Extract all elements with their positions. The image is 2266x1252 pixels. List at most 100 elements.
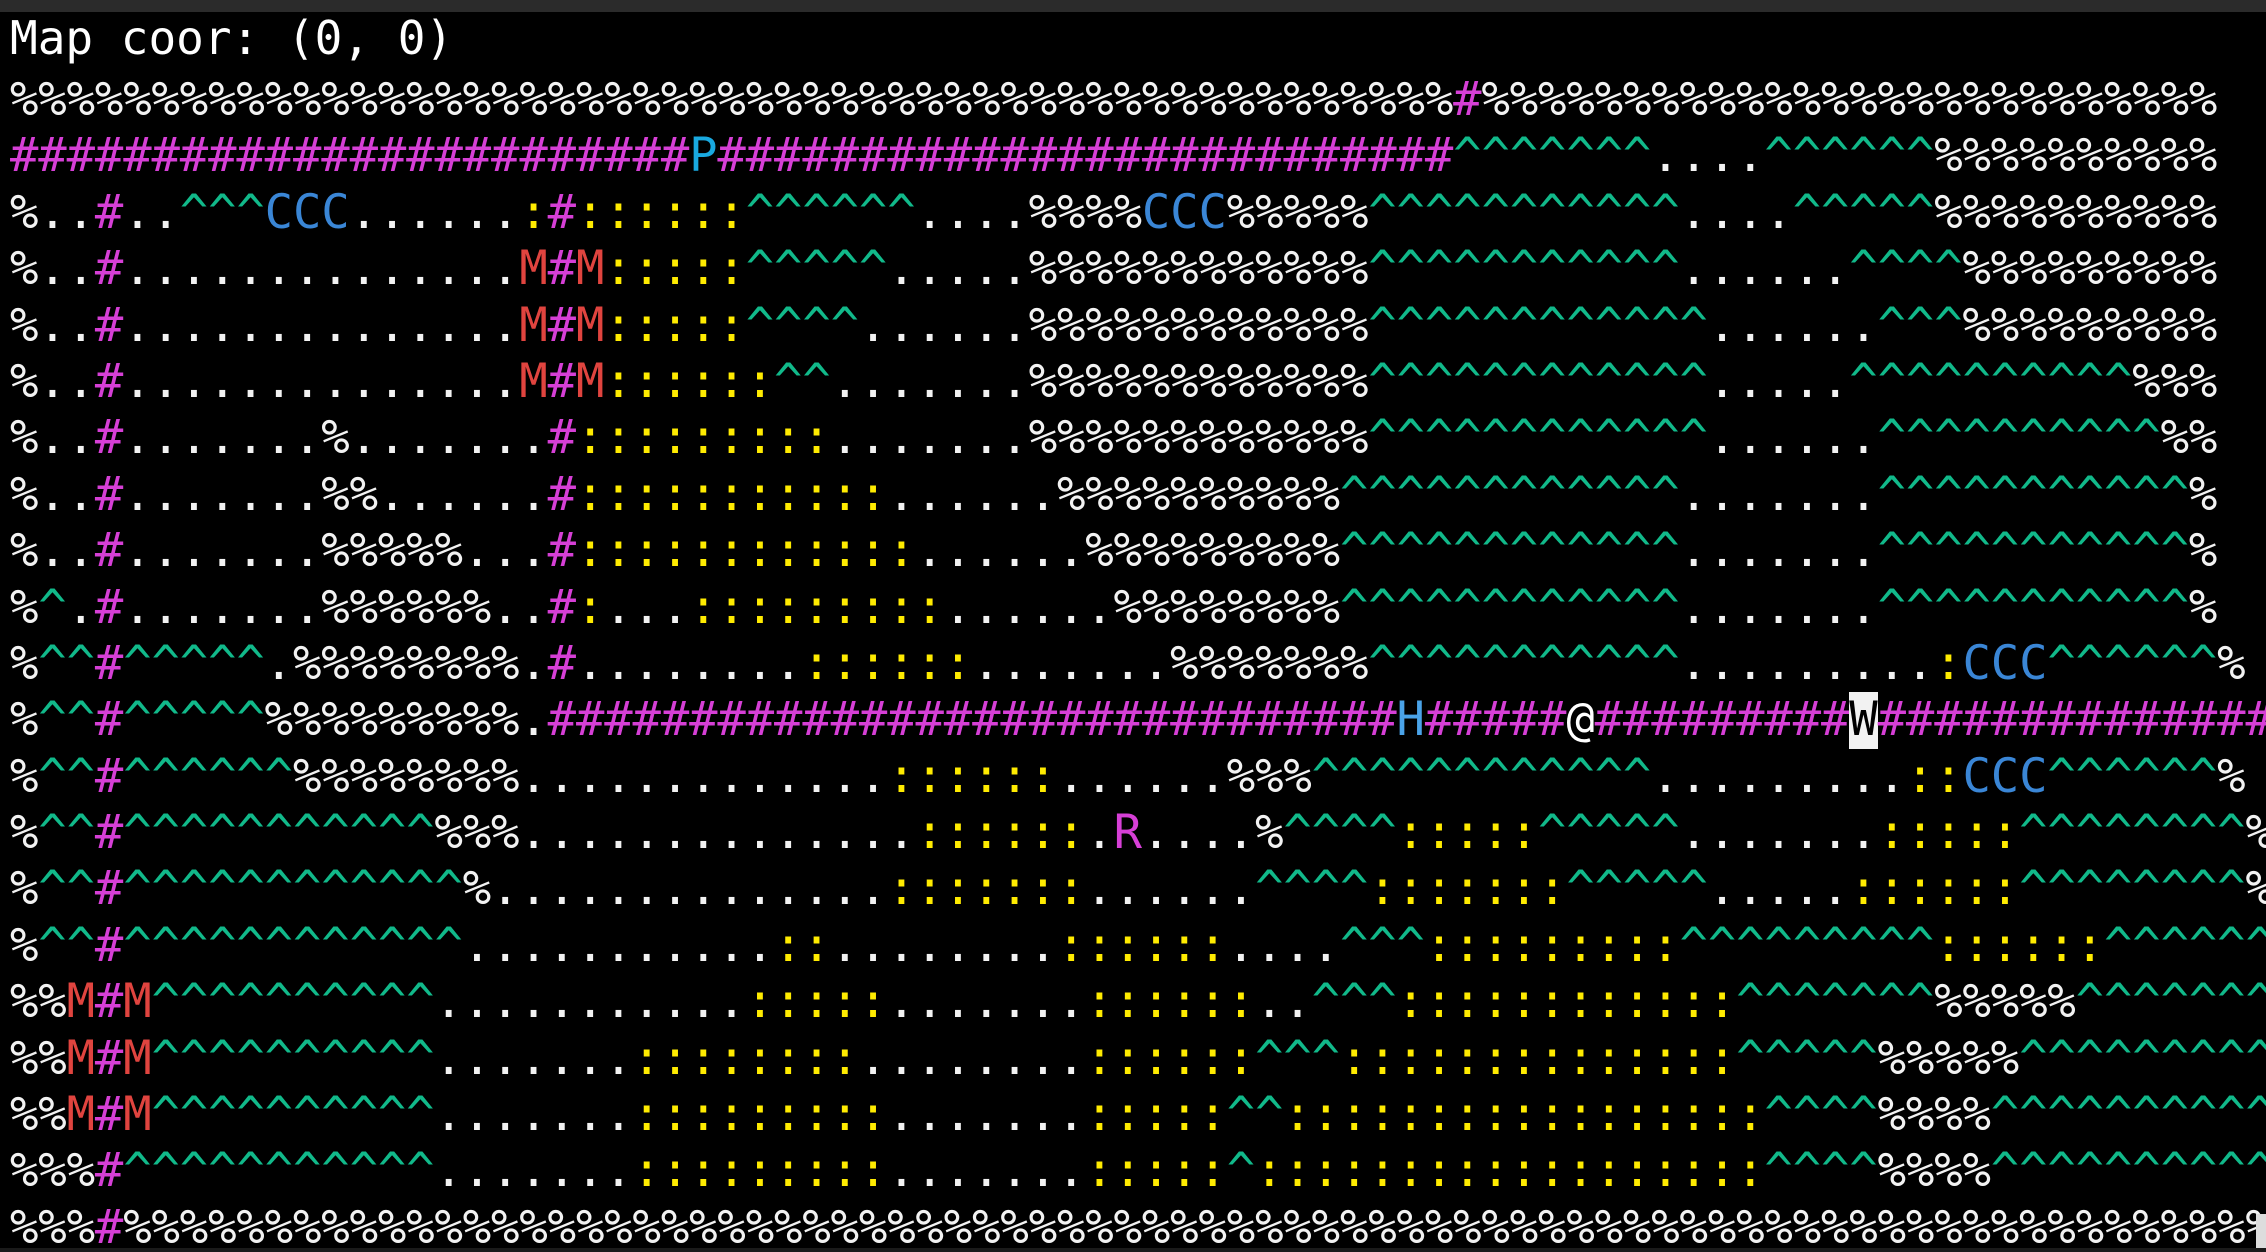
mountain-tile: ^ [406, 1087, 435, 1143]
floor-tile: . [462, 1087, 492, 1143]
mountain-tile: ^ [1905, 353, 1935, 409]
floor-tile: . [1028, 917, 1058, 973]
mountain-tile: ^ [1792, 1087, 1822, 1143]
rock-tile: % [1934, 1087, 1963, 1143]
mountain-tile: ^ [66, 805, 96, 861]
scrollbar-thumb[interactable] [2256, 1214, 2266, 1252]
map-row: %%%#%%%%%%%%%%%%%%%%%%%%%%%%%%%%%%%%%%%%… [10, 1200, 2266, 1252]
mountain-tile: ^ [1368, 297, 1397, 353]
mountain-tile: ^ [406, 861, 435, 917]
mountain-tile: ^ [1311, 748, 1341, 804]
mountain-tile: ^ [38, 861, 67, 917]
grass-tile: : [1509, 1087, 1539, 1143]
grass-tile: : [1113, 974, 1142, 1030]
mountain-tile: ^ [1792, 974, 1822, 1030]
rock-tile: % [1255, 805, 1284, 861]
grass-tile: : [1566, 1030, 1595, 1086]
grass-tile: : [1905, 748, 1935, 804]
floor-tile: . [208, 466, 237, 522]
mountain-tile: ^ [858, 241, 888, 297]
wall-tile: # [915, 128, 944, 184]
floor-tile: . [264, 297, 294, 353]
wall-tile: # [1198, 128, 1227, 184]
rock-tile: % [349, 692, 378, 748]
grass-tile: : [689, 466, 718, 522]
mountain-tile: ^ [236, 861, 265, 917]
mountain-tile: ^ [1424, 297, 1454, 353]
grass-tile: : [1141, 1030, 1171, 1086]
mountain-tile: ^ [1566, 748, 1595, 804]
floor-tile: . [547, 1143, 577, 1199]
grass-tile: : [943, 748, 973, 804]
floor-tile: . [1198, 748, 1227, 804]
mountain-tile: ^ [802, 297, 831, 353]
floor-tile: . [519, 1030, 548, 1086]
rock-tile: % [1170, 72, 1199, 127]
mountain-tile: ^ [1934, 523, 1963, 579]
floor-tile: . [1085, 635, 1114, 691]
grass-tile: : [830, 579, 860, 635]
mountain-tile: ^ [1905, 184, 1935, 240]
floor-tile: . [236, 353, 265, 409]
mountain-tile: ^ [151, 1087, 180, 1143]
mountain-tile: ^ [2188, 1030, 2218, 1086]
grass-tile: : [830, 1030, 860, 1086]
wall-tile: # [1821, 692, 1850, 748]
floor-tile: . [406, 184, 435, 240]
floor-tile: . [1707, 353, 1737, 409]
wall-tile: # [604, 692, 633, 748]
tree-tile: C [2019, 635, 2048, 691]
rock-tile: % [2160, 410, 2189, 466]
floor-tile: . [1679, 184, 1708, 240]
floor-tile: . [123, 297, 152, 353]
rock-tile: % [1396, 72, 1425, 127]
rock-tile: % [1170, 297, 1199, 353]
floor-tile: . [38, 241, 67, 297]
wall-tile: # [547, 692, 577, 748]
mountain-tile: ^ [264, 861, 294, 917]
floor-tile: . [547, 974, 577, 1030]
grass-tile: : [1396, 805, 1425, 861]
floor-tile: . [915, 1143, 944, 1199]
tree-tile: C [264, 184, 294, 240]
floor-tile: . [915, 241, 944, 297]
floor-tile: . [1679, 748, 1708, 804]
mountain-tile: ^ [1849, 1143, 1878, 1199]
floor-tile: . [1141, 805, 1171, 861]
wall-tile: # [858, 128, 888, 184]
rock-tile: % [1962, 241, 1991, 297]
rock-tile: % [1368, 1199, 1397, 1252]
map-row: %..#..............M#M::::::^^.......%%%%… [10, 354, 2266, 410]
floor-tile: . [1792, 241, 1822, 297]
mountain-tile: ^ [264, 974, 294, 1030]
mountain-tile: ^ [1481, 410, 1510, 466]
grass-tile: : [858, 974, 888, 1030]
mountain-tile: ^ [2132, 861, 2161, 917]
player-character[interactable]: @ [1566, 692, 1594, 748]
mountain-tile: ^ [1594, 861, 1624, 917]
rock-tile: % [1226, 748, 1256, 804]
mountain-tile: ^ [1792, 1143, 1822, 1199]
floor-tile: . [547, 805, 577, 861]
floor-tile: . [236, 579, 265, 635]
cursor-tile[interactable]: W [1849, 692, 1878, 749]
mountain-tile: ^ [1594, 805, 1624, 861]
rock-tile: % [1113, 184, 1142, 240]
rock-tile: % [1226, 297, 1256, 353]
rock-tile: % [1255, 184, 1284, 240]
mountain-tile: ^ [1622, 805, 1652, 861]
grass-tile: : [1651, 1143, 1680, 1199]
grass-tile: : [972, 748, 1001, 804]
rock-tile: % [10, 635, 39, 691]
rock-tile: % [774, 1199, 803, 1252]
mountain-tile: ^ [1764, 1087, 1793, 1143]
grass-tile: : [830, 1143, 860, 1199]
floor-tile: . [1000, 579, 1029, 635]
mountain-tile: ^ [2075, 861, 2105, 917]
floor-tile: . [547, 1087, 577, 1143]
floor-tile: . [123, 184, 152, 240]
grass-tile: : [802, 1087, 831, 1143]
mountain-tile: ^ [123, 692, 152, 748]
grass-tile: : [717, 297, 746, 353]
grass-tile: : [1396, 1087, 1425, 1143]
